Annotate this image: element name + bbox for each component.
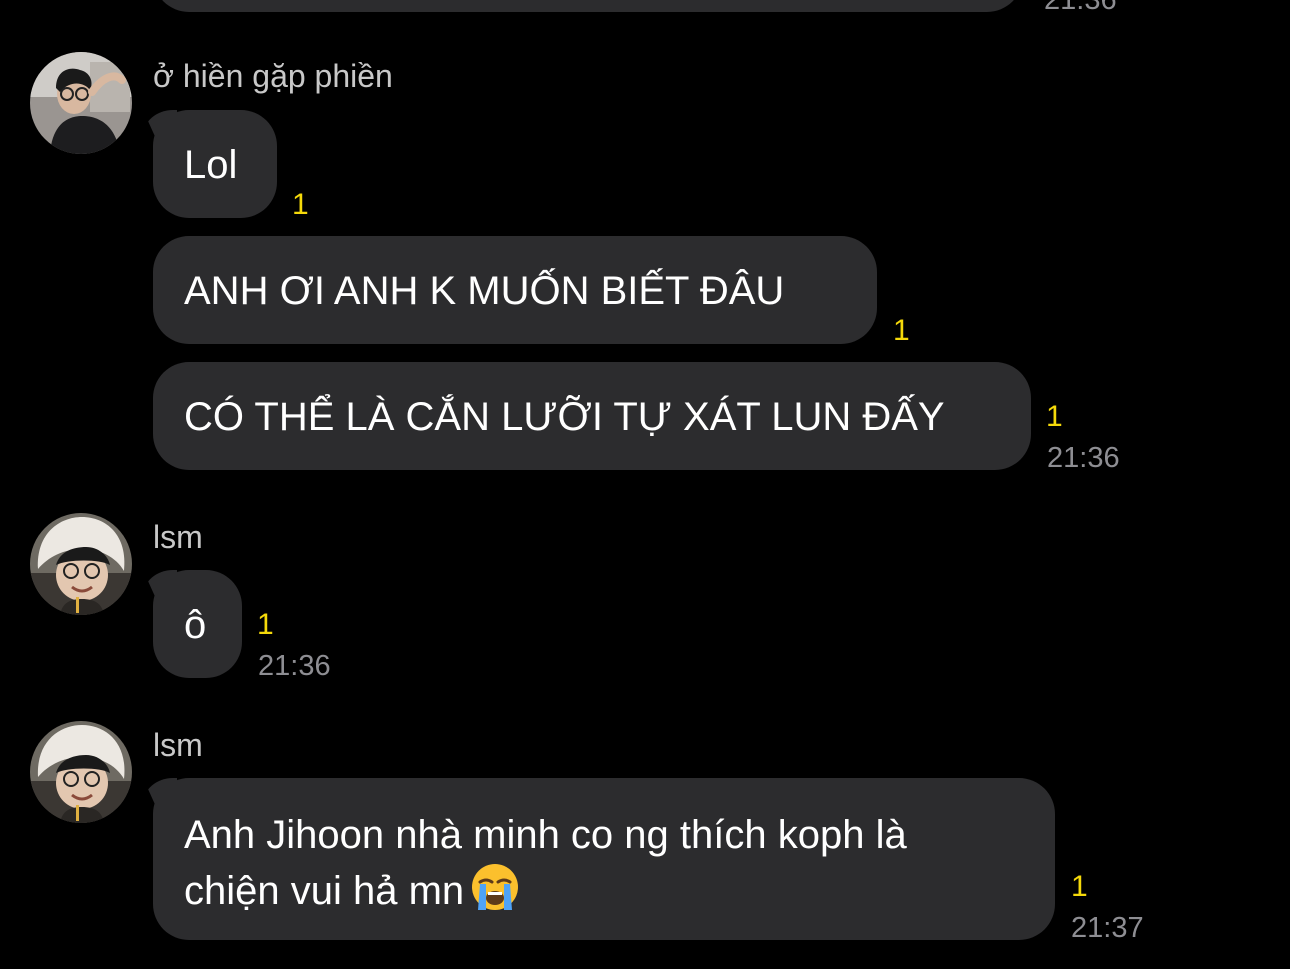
profile-photo-hat-icon: [30, 721, 132, 823]
unread-count: 1: [1071, 870, 1088, 903]
message-bubble-partial[interactable]: [153, 0, 1023, 12]
message-text-line: Anh Jihoon nhà minh co ng thích koph là: [184, 813, 907, 857]
message-bubble[interactable]: ô: [153, 570, 242, 678]
message-text: ANH ƠI ANH K MUỐN BIẾT ĐÂU: [184, 269, 785, 313]
profile-photo-hat-icon: [30, 513, 132, 615]
message-text: CÓ THỂ LÀ CẮN LƯỠI TỰ XÁT LUN ĐẤY: [184, 395, 945, 439]
sender-avatar[interactable]: [30, 721, 132, 823]
message-text: Lol: [184, 143, 238, 187]
message-bubble[interactable]: CÓ THỂ LÀ CẮN LƯỠI TỰ XÁT LUN ĐẤY: [153, 362, 1031, 470]
sender-name: lsm: [153, 519, 203, 555]
message-text-line-2: chiện vui hả mn: [184, 862, 1055, 918]
unread-count: 1: [1046, 400, 1063, 433]
sender-name: lsm: [153, 727, 203, 763]
timestamp: 21:36: [258, 650, 331, 682]
message-bubble[interactable]: Lol: [153, 110, 277, 218]
unread-count: 1: [292, 188, 309, 221]
message-bubble[interactable]: ANH ƠI ANH K MUỐN BIẾT ĐÂU: [153, 236, 877, 344]
timestamp-partial: 21:36: [1044, 0, 1117, 16]
unread-count: 1: [893, 314, 910, 347]
sender-avatar[interactable]: [30, 513, 132, 615]
sender-name: ở hiền gặp phiền: [153, 58, 393, 94]
sender-avatar[interactable]: [30, 52, 132, 154]
timestamp: 21:36: [1047, 442, 1120, 474]
profile-photo-glasses-icon: [30, 52, 132, 154]
unread-count: 1: [257, 608, 274, 641]
message-text: ô: [184, 603, 207, 647]
loudly-crying-face-emoji: [472, 864, 519, 910]
message-bubble[interactable]: Anh Jihoon nhà minh co ng thích koph là …: [153, 778, 1055, 940]
timestamp: 21:37: [1071, 912, 1144, 944]
